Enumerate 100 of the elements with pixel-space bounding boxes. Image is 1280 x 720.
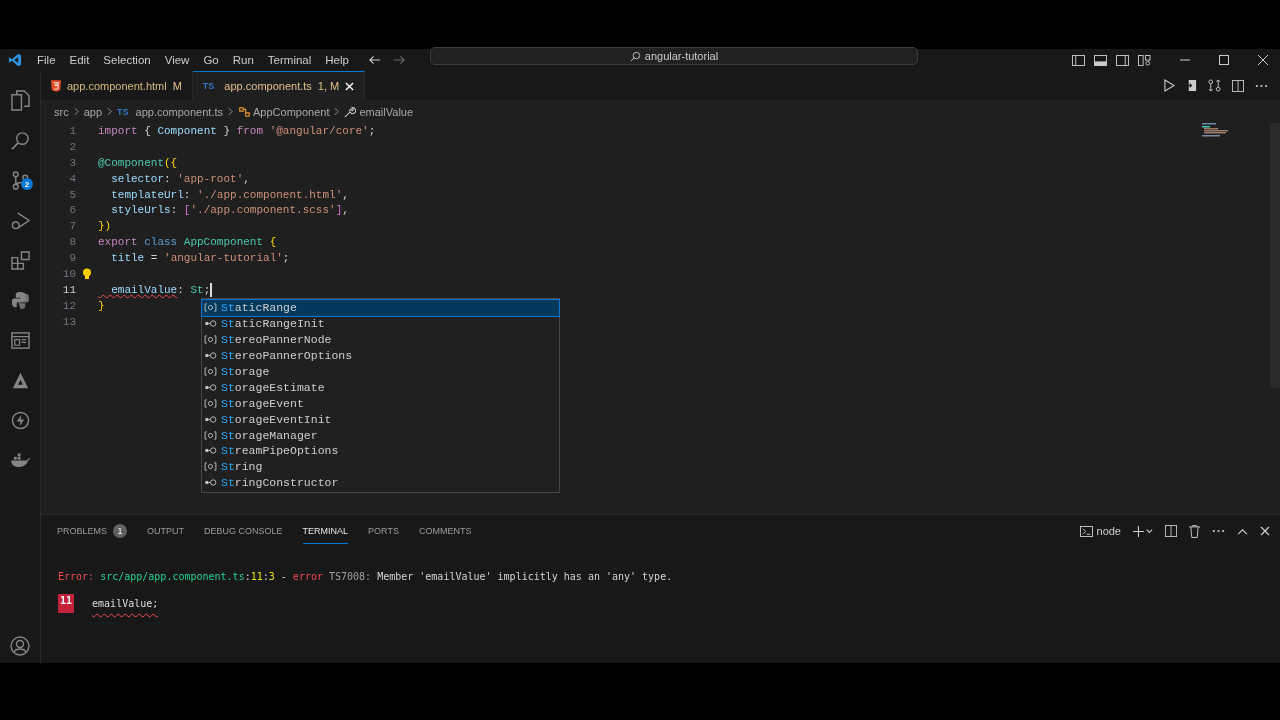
line-number: 11 [61, 283, 76, 296]
interface-icon [204, 414, 217, 424]
run-icon[interactable] [1164, 79, 1175, 92]
terminal-selector[interactable]: node [1079, 525, 1121, 537]
open-preview-icon[interactable] [1186, 79, 1197, 92]
variable-icon [204, 367, 217, 376]
menu-item[interactable]: Run [225, 54, 261, 66]
error-line-number: 11 [58, 594, 75, 613]
error-message: Error: src/app/app.component.ts:11:3 - error TS7008: Member 'emailValue' implicitly has an 'any' type. [58, 571, 674, 582]
variable-icon [204, 462, 217, 472]
compare-changes-icon[interactable] [1208, 79, 1221, 92]
suggestion-item[interactable]: StorageEventInit [202, 411, 559, 428]
suggestion-item[interactable]: StereoPannerNode [202, 331, 559, 348]
typescript-icon: TS [202, 81, 215, 91]
menu-item[interactable]: View [157, 54, 197, 66]
interface-icon [204, 446, 217, 456]
code-line: import { Component } from '@angular/core'; [98, 124, 376, 137]
activity-bar-button[interactable]: 2 [0, 160, 40, 200]
suggestion-item[interactable]: StreamPipeOptions [202, 443, 559, 459]
chevron-right-icon [107, 107, 113, 116]
menu-item[interactable]: Edit [62, 54, 97, 66]
breadcrumb-item[interactable]: AppComponent [238, 105, 330, 118]
maximize-icon[interactable] [1219, 55, 1229, 65]
split-terminal-icon[interactable] [1165, 525, 1177, 537]
trash-icon[interactable] [1189, 524, 1200, 538]
breadcrumb-item[interactable]: emailValue [344, 105, 414, 118]
chevron-up-icon[interactable] [1237, 527, 1248, 535]
chevron-right-icon [334, 107, 340, 116]
code-line: }) [98, 220, 112, 233]
error-source-line: emailValue; [92, 598, 159, 609]
suggestion-label: StringConstructor [221, 476, 339, 490]
more-icon[interactable] [1255, 83, 1268, 88]
interface-icon [204, 478, 217, 488]
suggestion-item[interactable]: StorageEstimate [202, 379, 559, 396]
close-icon[interactable] [1260, 526, 1270, 536]
editor-tab[interactable]: TS app.component.ts 1, M [192, 71, 366, 100]
panel-tab[interactable]: COMMENTS [418, 519, 472, 543]
tab-label: app.component.ts [224, 80, 312, 92]
toggle-secondary-sidebar-icon[interactable] [1116, 54, 1129, 66]
code-line: styleUrls: ['./app.component.scss'], [110, 204, 349, 217]
suggestion-item[interactable]: StereoPannerOptions [202, 347, 559, 364]
panel-tab[interactable]: OUTPUT [147, 519, 184, 543]
suggestion-item[interactable]: StorageEvent [202, 395, 559, 412]
split-editor-icon[interactable] [1232, 79, 1244, 92]
wrench-icon [344, 105, 357, 118]
panel-tab[interactable]: TERMINAL [302, 518, 349, 544]
panel-tab[interactable]: DEBUG CONSOLE [204, 519, 283, 543]
code-line: selector: 'app-root', [110, 172, 250, 185]
suggestion-label: StereoPannerOptions [221, 349, 353, 363]
suggestion-label: StereoPannerNode [221, 333, 332, 347]
more-icon[interactable] [1212, 529, 1225, 533]
interface-icon [204, 319, 217, 329]
line-number: 4 [68, 172, 76, 185]
line-number: 3 [68, 156, 76, 169]
activity-badge: 2 [21, 178, 33, 190]
breadcrumb-item[interactable]: TS app.component.ts [117, 105, 223, 118]
code-line: export class AppComponent { [98, 236, 277, 249]
toggle-panel-icon[interactable] [1094, 54, 1107, 66]
breadcrumb-item[interactable]: src [54, 105, 69, 118]
menu-item[interactable]: Terminal [260, 54, 319, 66]
suggestion-item[interactable]: String [202, 458, 559, 475]
breadcrumb-item[interactable]: app [83, 105, 103, 118]
panel-tab[interactable]: PROBLEMS 1 [57, 519, 127, 543]
lightning-icon [10, 410, 30, 430]
close-icon[interactable] [1258, 55, 1268, 65]
editor-tab[interactable]: app.component.html M [41, 71, 193, 100]
suggestion-item[interactable]: StaticRangeInit [202, 315, 559, 332]
suggestion-label: StorageEventInit [221, 412, 332, 426]
line-number: 5 [68, 188, 76, 201]
menu-item[interactable]: Go [196, 54, 226, 66]
code-line: templateUrl: './app.component.html', [110, 188, 349, 201]
code-line: @Component({ [98, 156, 178, 169]
command-center[interactable]: angular-tutorial [429, 47, 918, 65]
customize-layout-icon[interactable] [1138, 54, 1151, 66]
lightbulb-icon[interactable] [82, 267, 92, 280]
variable-icon [204, 303, 217, 313]
whale-icon [9, 452, 31, 468]
suggestion-label: StaticRange [221, 301, 297, 315]
menu-item[interactable]: Selection [96, 54, 158, 66]
variable-icon [204, 398, 217, 408]
add-terminal-icon[interactable] [1133, 525, 1153, 537]
menu-item[interactable]: Help [318, 54, 356, 66]
class-icon [238, 105, 250, 118]
code-line: } [98, 299, 105, 312]
search-icon [629, 50, 641, 62]
suggestion-item[interactable]: Storage [202, 363, 559, 380]
panel-tab[interactable]: PORTS [368, 519, 399, 543]
files-icon [10, 89, 30, 111]
suggestion-item[interactable]: StaticRange [202, 300, 559, 316]
suggestion-item[interactable]: StorageManager [202, 427, 559, 443]
account-icon[interactable] [10, 636, 30, 656]
back-arrow-icon[interactable] [367, 55, 381, 65]
toggle-sidebar-icon[interactable] [1072, 54, 1085, 66]
line-number: 12 [61, 299, 76, 312]
suggestion-label: StorageEvent [221, 396, 304, 410]
code-line: emailValue: St; [110, 282, 212, 297]
forward-arrow-icon[interactable] [392, 55, 406, 65]
suggestion-item[interactable]: StringConstructor [202, 474, 559, 491]
menu-item[interactable]: File [30, 54, 63, 66]
interface-icon [204, 351, 217, 361]
